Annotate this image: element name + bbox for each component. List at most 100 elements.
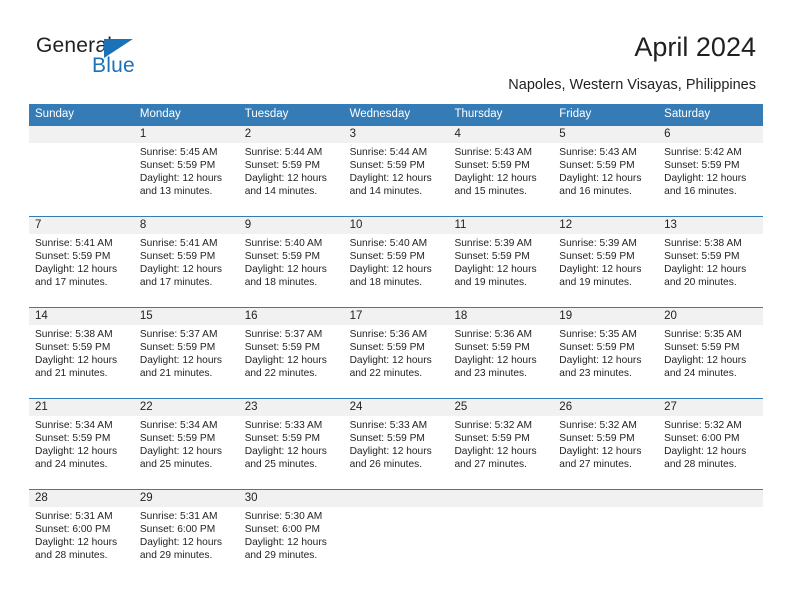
weekday-saturday: Saturday — [664, 108, 711, 120]
day-cell[interactable]: 9 Sunrise: 5:40 AM Sunset: 5:59 PM Dayli… — [238, 217, 344, 307]
daylight-text-line1: Daylight: 12 hours — [559, 173, 642, 185]
day-cell[interactable]: 3 Sunrise: 5:44 AM Sunset: 5:59 PM Dayli… — [343, 126, 449, 216]
day-number: 24 — [343, 399, 449, 416]
day-cell[interactable]: 4 Sunrise: 5:43 AM Sunset: 5:59 PM Dayli… — [448, 126, 554, 216]
day-cell[interactable]: 23 Sunrise: 5:33 AM Sunset: 5:59 PM Dayl… — [238, 399, 344, 489]
day-cell[interactable]: 10 Sunrise: 5:40 AM Sunset: 5:59 PM Dayl… — [343, 217, 449, 307]
sunset-text: Sunset: 5:59 PM — [349, 342, 425, 354]
day-number: 12 — [553, 217, 659, 234]
day-cell[interactable]: 2 Sunrise: 5:44 AM Sunset: 5:59 PM Dayli… — [238, 126, 344, 216]
day-details: Sunrise: 5:39 AM Sunset: 5:59 PM Dayligh… — [553, 234, 658, 289]
daylight-text-line2: and 17 minutes. — [139, 277, 213, 289]
day-number — [448, 490, 554, 507]
day-cell[interactable]: 28 Sunrise: 5:31 AM Sunset: 6:00 PM Dayl… — [29, 490, 134, 580]
day-cell[interactable]: 5 Sunrise: 5:43 AM Sunset: 5:59 PM Dayli… — [553, 126, 659, 216]
page-header: General Blue April 2024 Napoles, Western… — [0, 0, 792, 98]
day-cell[interactable]: 22 Sunrise: 5:34 AM Sunset: 5:59 PM Dayl… — [133, 399, 239, 489]
sunrise-text: Sunrise: 5:33 AM — [244, 420, 323, 431]
day-cell[interactable] — [553, 490, 659, 580]
day-cell[interactable] — [448, 490, 554, 580]
daylight-text-line1: Daylight: 12 hours — [244, 446, 327, 458]
day-number: 17 — [343, 308, 449, 325]
daylight-text-line1: Daylight: 12 hours — [35, 446, 118, 458]
sunset-text: Sunset: 5:59 PM — [664, 160, 740, 172]
day-cell[interactable]: 18 Sunrise: 5:36 AM Sunset: 5:59 PM Dayl… — [448, 308, 554, 398]
calendar-week-row: 28 Sunrise: 5:31 AM Sunset: 6:00 PM Dayl… — [29, 489, 764, 580]
day-cell[interactable]: 6 Sunrise: 5:42 AM Sunset: 5:59 PM Dayli… — [658, 126, 764, 216]
day-number: 19 — [553, 308, 659, 325]
day-cell[interactable]: 30 Sunrise: 5:30 AM Sunset: 6:00 PM Dayl… — [238, 490, 344, 580]
day-cell[interactable]: 17 Sunrise: 5:36 AM Sunset: 5:59 PM Dayl… — [343, 308, 449, 398]
sunset-text: Sunset: 5:59 PM — [349, 433, 425, 445]
day-cell[interactable]: 11 Sunrise: 5:39 AM Sunset: 5:59 PM Dayl… — [448, 217, 554, 307]
day-cell[interactable]: 25 Sunrise: 5:32 AM Sunset: 5:59 PM Dayl… — [448, 399, 554, 489]
day-number: 8 — [133, 217, 239, 234]
sunrise-text: Sunrise: 5:39 AM — [559, 238, 637, 249]
day-details: Sunrise: 5:43 AM Sunset: 5:59 PM Dayligh… — [448, 143, 553, 198]
sunrise-text: Sunrise: 5:36 AM — [349, 329, 428, 340]
daylight-text-line1: Daylight: 12 hours — [664, 355, 747, 367]
day-cell[interactable]: 14 Sunrise: 5:38 AM Sunset: 5:59 PM Dayl… — [29, 308, 134, 398]
day-cell[interactable] — [658, 490, 764, 580]
daylight-text-line1: Daylight: 12 hours — [349, 264, 432, 276]
day-details — [448, 507, 553, 510]
day-cell[interactable]: 27 Sunrise: 5:32 AM Sunset: 6:00 PM Dayl… — [658, 399, 764, 489]
day-details: Sunrise: 5:40 AM Sunset: 5:59 PM Dayligh… — [239, 234, 344, 289]
daylight-text-line2: and 21 minutes. — [35, 368, 108, 380]
day-cell[interactable]: 21 Sunrise: 5:34 AM Sunset: 5:59 PM Dayl… — [29, 399, 134, 489]
day-cell[interactable]: 8 Sunrise: 5:41 AM Sunset: 5:59 PM Dayli… — [133, 217, 239, 307]
sunset-text: Sunset: 5:59 PM — [139, 251, 216, 263]
daylight-text-line2: and 23 minutes. — [559, 368, 632, 380]
sunset-text: Sunset: 5:59 PM — [664, 251, 740, 263]
day-details: Sunrise: 5:32 AM Sunset: 6:00 PM Dayligh… — [658, 416, 763, 471]
day-number: 16 — [238, 308, 344, 325]
day-cell[interactable]: 7 Sunrise: 5:41 AM Sunset: 5:59 PM Dayli… — [29, 217, 134, 307]
daylight-text-line1: Daylight: 12 hours — [244, 173, 327, 185]
day-number: 10 — [343, 217, 449, 234]
daylight-text-line1: Daylight: 12 hours — [454, 446, 537, 458]
day-cell[interactable]: 16 Sunrise: 5:37 AM Sunset: 5:59 PM Dayl… — [238, 308, 344, 398]
day-cell[interactable]: 12 Sunrise: 5:39 AM Sunset: 5:59 PM Dayl… — [553, 217, 659, 307]
day-number — [553, 490, 659, 507]
daylight-text-line1: Daylight: 12 hours — [35, 264, 118, 276]
sunset-text: Sunset: 5:59 PM — [454, 342, 530, 354]
day-cell[interactable]: 15 Sunrise: 5:37 AM Sunset: 5:59 PM Dayl… — [133, 308, 239, 398]
general-blue-logo[interactable]: General Blue — [36, 34, 216, 86]
daylight-text-line1: Daylight: 12 hours — [349, 173, 432, 185]
day-details: Sunrise: 5:31 AM Sunset: 6:00 PM Dayligh… — [134, 507, 239, 562]
daylight-text-line1: Daylight: 12 hours — [244, 264, 327, 276]
day-number: 23 — [238, 399, 344, 416]
daylight-text-line2: and 27 minutes. — [454, 459, 527, 471]
day-details: Sunrise: 5:32 AM Sunset: 5:59 PM Dayligh… — [448, 416, 553, 471]
sunrise-text: Sunrise: 5:32 AM — [664, 420, 742, 431]
sunset-text: Sunset: 6:00 PM — [664, 433, 740, 445]
daylight-text-line1: Daylight: 12 hours — [349, 355, 432, 367]
day-cell[interactable] — [343, 490, 449, 580]
daylight-text-line2: and 15 minutes. — [454, 186, 527, 198]
day-cell[interactable]: 20 Sunrise: 5:35 AM Sunset: 5:59 PM Dayl… — [658, 308, 764, 398]
day-cell[interactable]: 13 Sunrise: 5:38 AM Sunset: 5:59 PM Dayl… — [658, 217, 764, 307]
day-cell[interactable] — [29, 126, 134, 216]
sunrise-text: Sunrise: 5:39 AM — [454, 238, 533, 249]
day-cell[interactable]: 24 Sunrise: 5:33 AM Sunset: 5:59 PM Dayl… — [343, 399, 449, 489]
sunrise-text: Sunrise: 5:36 AM — [454, 329, 533, 340]
daylight-text-line2: and 24 minutes. — [35, 459, 108, 471]
weekday-wednesday: Wednesday — [349, 108, 411, 120]
day-details: Sunrise: 5:37 AM Sunset: 5:59 PM Dayligh… — [134, 325, 239, 380]
sunset-text: Sunset: 5:59 PM — [664, 342, 740, 354]
day-cell[interactable]: 19 Sunrise: 5:35 AM Sunset: 5:59 PM Dayl… — [553, 308, 659, 398]
sunset-text: Sunset: 5:59 PM — [244, 342, 321, 354]
day-details — [29, 143, 134, 146]
daylight-text-line2: and 25 minutes. — [139, 459, 213, 471]
day-cell[interactable]: 1 Sunrise: 5:45 AM Sunset: 5:59 PM Dayli… — [133, 126, 239, 216]
day-cell[interactable]: 26 Sunrise: 5:32 AM Sunset: 5:59 PM Dayl… — [553, 399, 659, 489]
weekday-tuesday: Tuesday — [244, 108, 289, 120]
page-subtitle-location: Napoles, Western Visayas, Philippines — [508, 77, 756, 93]
day-details: Sunrise: 5:39 AM Sunset: 5:59 PM Dayligh… — [448, 234, 553, 289]
day-number: 21 — [29, 399, 134, 416]
day-details: Sunrise: 5:38 AM Sunset: 5:59 PM Dayligh… — [658, 234, 763, 289]
weekday-monday: Monday — [139, 108, 181, 120]
day-cell[interactable]: 29 Sunrise: 5:31 AM Sunset: 6:00 PM Dayl… — [133, 490, 239, 580]
day-details: Sunrise: 5:31 AM Sunset: 6:00 PM Dayligh… — [29, 507, 134, 562]
sunrise-text: Sunrise: 5:31 AM — [35, 511, 113, 522]
